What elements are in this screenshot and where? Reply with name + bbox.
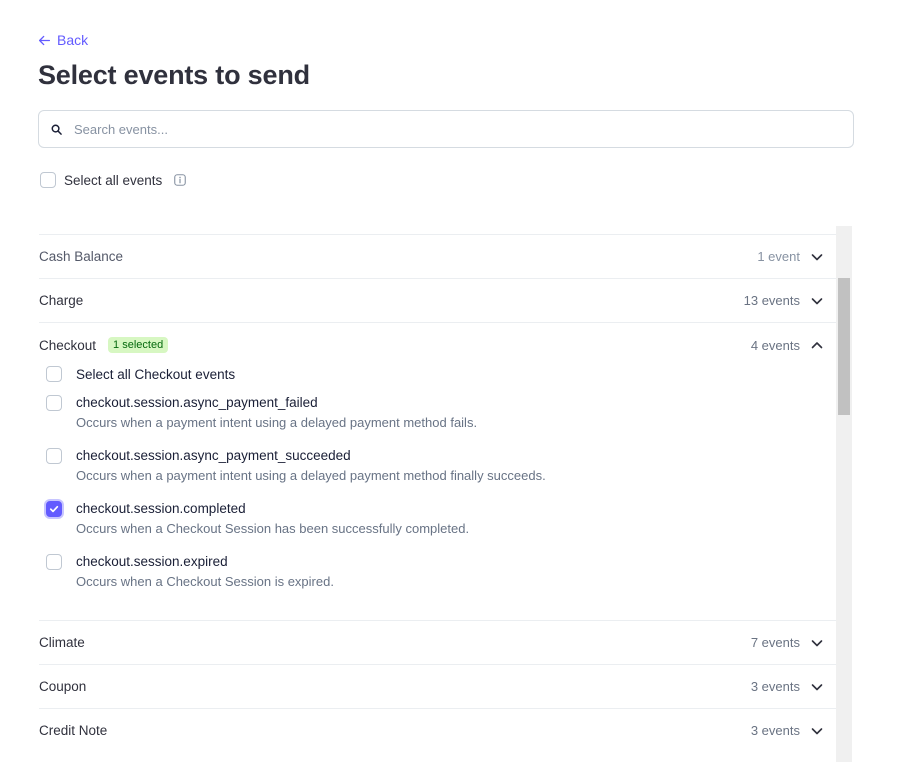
event-checkbox[interactable]: [46, 448, 62, 464]
event-item[interactable]: checkout.session.completed Occurs when a…: [46, 499, 836, 539]
category-row-cash-balance[interactable]: Cash Balance 1 event: [39, 234, 836, 278]
category-count: 4 events: [750, 337, 800, 353]
category-name: Credit Note: [39, 723, 108, 738]
back-link[interactable]: Back: [38, 32, 88, 48]
event-category-list: Cash Balance 1 event Charge 13 events Ch…: [39, 234, 836, 752]
category-count: 3 events: [750, 723, 800, 738]
category-name: Checkout: [39, 337, 97, 353]
event-description: Occurs when a payment intent using a del…: [76, 468, 546, 483]
event-checkbox[interactable]: [46, 395, 62, 411]
scrollbar-thumb[interactable]: [838, 278, 850, 415]
select-all-checkout-label: Select all Checkout events: [76, 366, 236, 382]
select-all-checkbox[interactable]: [40, 172, 56, 188]
event-item[interactable]: checkout.session.async_payment_succeeded…: [46, 446, 836, 486]
select-all-checkout-checkbox[interactable]: [46, 366, 62, 382]
category-count: 1 event: [757, 249, 800, 264]
category-name: Coupon: [39, 679, 87, 694]
search-box[interactable]: [38, 110, 854, 148]
category-count: 7 events: [750, 635, 800, 650]
select-all-label: Select all events: [64, 172, 163, 188]
search-input[interactable]: [74, 121, 834, 137]
selected-badge: 1 selected: [108, 337, 169, 353]
category-row-charge[interactable]: Charge 13 events: [39, 278, 836, 322]
event-checkbox[interactable]: [46, 554, 62, 570]
chevron-down-icon: [811, 297, 823, 304]
chevron-down-icon: [811, 683, 823, 690]
event-item[interactable]: checkout.session.async_payment_failed Oc…: [46, 393, 836, 433]
chevron-up-icon: [811, 342, 823, 349]
chevron-down-icon: [811, 727, 823, 734]
event-description: Occurs when a Checkout Session has been …: [76, 521, 470, 536]
category-count: 3 events: [750, 679, 800, 694]
category-count: 13 events: [743, 293, 800, 308]
event-name: checkout.session.async_payment_succeeded: [76, 448, 351, 463]
info-icon[interactable]: [174, 174, 187, 186]
event-item[interactable]: checkout.session.expired Occurs when a C…: [46, 552, 836, 592]
category-row-credit-note[interactable]: Credit Note 3 events: [39, 708, 836, 752]
search-icon: [51, 124, 62, 135]
category-row-climate[interactable]: Climate 7 events: [39, 620, 836, 664]
chevron-down-icon: [811, 253, 823, 260]
page-title: Select events to send: [38, 60, 310, 90]
category-checkout-expanded: Checkout 1 selected 4 events Select all …: [39, 322, 836, 620]
event-name: checkout.session.async_payment_failed: [76, 395, 318, 410]
event-description: Occurs when a payment intent using a del…: [76, 415, 478, 430]
category-name: Climate: [39, 635, 85, 650]
select-all-events[interactable]: Select all events: [40, 172, 187, 188]
arrow-left-icon: [38, 35, 51, 45]
back-label: Back: [57, 32, 89, 48]
event-checkbox-checked[interactable]: [46, 501, 62, 517]
checkmark-icon: [49, 505, 59, 513]
category-row-coupon[interactable]: Coupon 3 events: [39, 664, 836, 708]
scrollbar[interactable]: [836, 226, 852, 762]
event-description: Occurs when a Checkout Session is expire…: [76, 574, 334, 589]
category-name: Charge: [39, 293, 84, 308]
event-name: checkout.session.expired: [76, 554, 228, 569]
select-all-checkout-events[interactable]: Select all Checkout events: [46, 361, 836, 387]
category-name: Cash Balance: [39, 249, 124, 264]
event-name: checkout.session.completed: [76, 501, 246, 516]
chevron-down-icon: [811, 639, 823, 646]
